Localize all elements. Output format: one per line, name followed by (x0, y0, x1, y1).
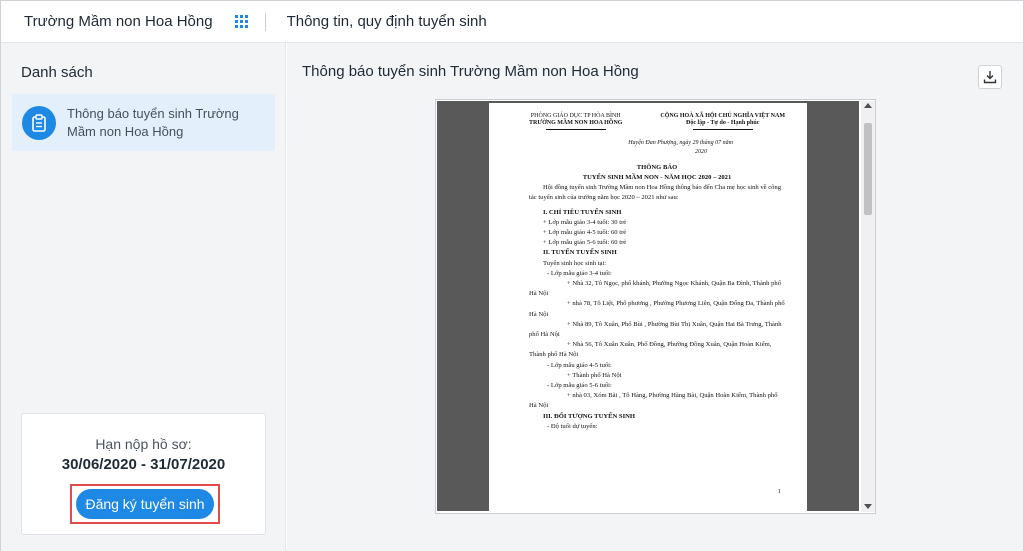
group-4-5: - Lớp mẫu giáo 4-5 tuổi: (547, 361, 612, 369)
sidebar-heading: Danh sách (21, 64, 93, 81)
deadline-card: Hạn nộp hồ sơ: 30/06/2020 - 31/07/2020 Đ… (21, 413, 266, 535)
header-divider (264, 12, 266, 31)
quota-item: + Lớp mẫu giáo 3-4 tuổi: 30 trẻ (543, 218, 627, 226)
document-viewer[interactable]: PHÒNG GIÁO DỤC TP HÒA BÌNH TRƯỜNG MẦM NO… (435, 99, 876, 514)
page-number: 1 (778, 488, 781, 495)
clipboard-icon (22, 105, 56, 140)
register-button[interactable]: Đăng ký tuyển sinh (76, 489, 214, 519)
notice-intro: Hội đồng tuyển sinh Trường Mầm non Hoa H… (529, 184, 782, 202)
scroll-thumb[interactable] (864, 123, 872, 215)
address-item: + Nhà 32, Tô Ngọc, phố khánh, Phường Ngọ… (529, 280, 782, 298)
quota-item: + Lớp mẫu giáo 5-6 tuổi: 60 trẻ (543, 239, 627, 247)
quota-item: + Lớp mẫu giáo 4-5 tuổi: 60 trẻ (543, 229, 627, 237)
group-3-4: - Lớp mẫu giáo 3-4 tuổi: (547, 269, 612, 277)
group-5-6: - Lớp mẫu giáo 5-6 tuổi: (547, 382, 612, 390)
underline (545, 128, 606, 130)
page-title: Thông tin, quy định tuyển sinh (286, 13, 487, 30)
address-item: + Thành phố Hà Nội (567, 371, 622, 379)
document-title: Thông báo tuyển sinh Trường Mầm non Hoa … (302, 63, 639, 80)
address-item: + nhà 78, Tô Liệt, Phố phương , Phường P… (529, 300, 785, 318)
address-item: + Nhà 56, Tô Xuân Xuân, Phố Đồng, Phường… (529, 341, 772, 359)
scroll-down-arrow-icon[interactable] (864, 504, 872, 509)
sidebar: Danh sách Thông báo tuyển sinh Trường Mầ… (1, 43, 286, 551)
underline (692, 128, 753, 130)
top-bar: Trường Mầm non Hoa Hồng Thông tin, quy đ… (1, 1, 1023, 43)
section-admission: II. TUYỂN TUYỂN SINH (543, 249, 617, 257)
scroll-up-arrow-icon[interactable] (864, 103, 872, 108)
nation-line2: Độc lập - Tự do - Hạnh phúc (686, 120, 760, 127)
section-eligibility: III. ĐỐI TƯỢNG TUYỂN SINH (543, 412, 636, 420)
age-item: - Độ tuổi dự tuyển: (547, 422, 598, 430)
notice-title: THÔNG BÁO (636, 163, 678, 171)
register-highlight: Đăng ký tuyển sinh (70, 484, 220, 524)
download-icon (983, 71, 997, 84)
sidebar-item-admission-notice[interactable]: Thông báo tuyển sinh Trường Mầm non Hoa … (12, 94, 275, 151)
address-item: + Nhà 89, Tô Xuân, Phố Bùi , Phường Bùi … (529, 320, 782, 339)
notice-subtitle: TUYỂN SINH MẦM NON - NĂM HỌC 2020 – 2021 (582, 174, 732, 182)
deadline-dates: 30/06/2020 - 31/07/2020 (61, 456, 226, 473)
place-year: 2020 (695, 148, 707, 155)
sidebar-item-label: Thông báo tuyển sinh Trường Mầm non Hoa … (67, 105, 239, 139)
download-button[interactable] (978, 65, 1002, 89)
org-line2: TRƯỜNG MẦM NON HOA HỒNG (529, 120, 623, 127)
document-page: PHÒNG GIÁO DỤC TP HÒA BÌNH TRƯỜNG MẦM NO… (489, 103, 807, 511)
main-content: Thông báo tuyển sinh Trường Mầm non Hoa … (287, 43, 1023, 551)
app-window: Trường Mầm non Hoa Hồng Thông tin, quy đ… (0, 0, 1024, 551)
document-header: PHÒNG GIÁO DỤC TP HÒA BÌNH TRƯỜNG MẦM NO… (529, 113, 785, 130)
deadline-label: Hạn nộp hồ sơ: (95, 436, 192, 452)
section-quota: I. CHỈ TIÊU TUYỂN SINH (543, 208, 622, 216)
address-item: + nhà 03, Xóm Bãi , Tô Hàng, Phường Hàng… (529, 392, 778, 410)
viewer-canvas: PHÒNG GIÁO DỤC TP HÒA BÌNH TRƯỜNG MẦM NO… (437, 101, 859, 511)
viewer-scrollbar[interactable] (861, 101, 875, 512)
nation-line1: CỘNG HOÀ XÃ HỘI CHỦ NGHĨA VIỆT NAM (660, 113, 785, 119)
apps-grid-icon[interactable] (234, 15, 248, 28)
admission-at: Tuyển sinh học sinh tại: (543, 259, 607, 267)
place-date: Huyện Đan Phượng, ngày 29 tháng 07 năm (628, 139, 733, 146)
school-name[interactable]: Trường Mầm non Hoa Hồng (24, 13, 213, 30)
